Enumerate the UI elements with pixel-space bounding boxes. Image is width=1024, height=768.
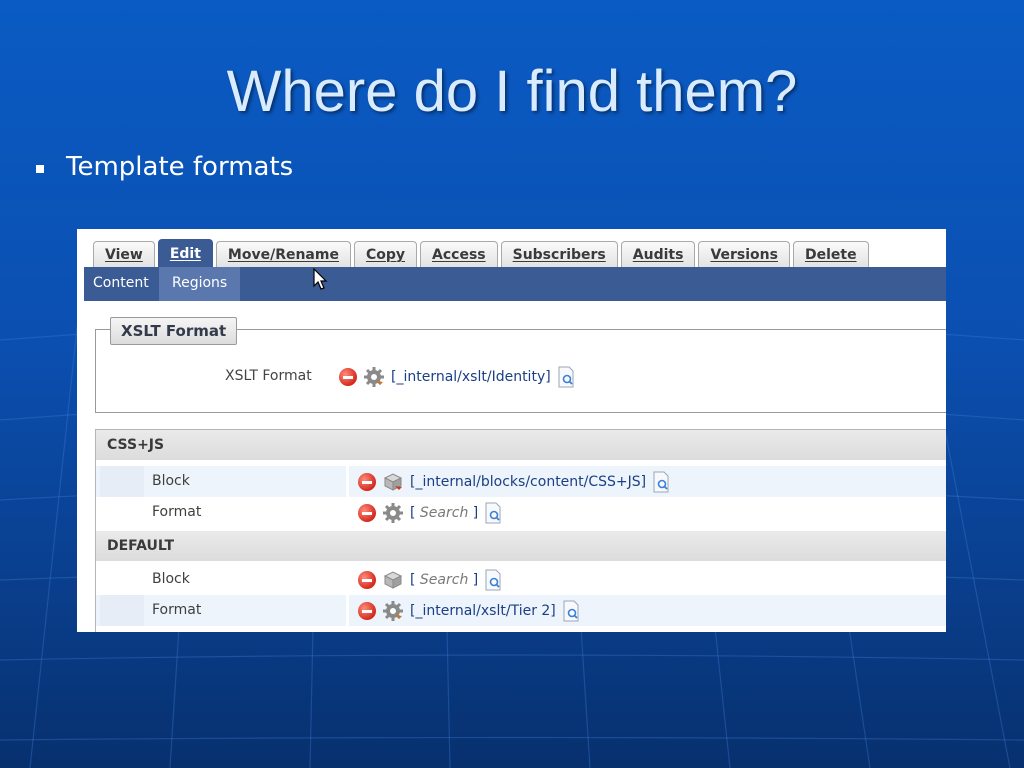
preview-icon[interactable]	[484, 502, 502, 524]
tab-subscribers[interactable]: Subscribers	[500, 241, 618, 267]
search-link[interactable]: [ Search ]	[410, 505, 478, 521]
format-link[interactable]: [_internal/xslt/Tier 2]	[410, 603, 556, 619]
block-link[interactable]: [_internal/blocks/content/CSS+JS]	[410, 474, 646, 490]
preview-icon[interactable]	[652, 471, 670, 493]
region-header-css-js: CSS+JS	[96, 430, 946, 460]
cms-screenshot: View Edit Move/Rename Copy Access Subscr…	[77, 229, 946, 632]
xslt-format-value: [_internal/xslt/Identity]	[339, 366, 575, 388]
row-spacer	[100, 497, 144, 528]
remove-icon[interactable]	[358, 503, 376, 522]
row-label: Block	[144, 564, 349, 595]
search-link[interactable]: [ Search ]	[410, 572, 478, 588]
row-value: [ Search ]	[358, 564, 502, 595]
xslt-legend: XSLT Format	[110, 317, 238, 345]
row-spacer	[100, 564, 144, 595]
preview-icon[interactable]	[484, 569, 502, 591]
subtab-regions[interactable]: Regions	[159, 267, 241, 301]
tab-copy[interactable]: Copy	[353, 241, 418, 267]
tab-move-rename[interactable]: Move/Rename	[215, 241, 351, 267]
tab-access[interactable]: Access	[420, 241, 498, 267]
bullet-item: Template formats	[36, 152, 293, 182]
table-row: Format [ Search ]	[96, 497, 946, 528]
gear-icon[interactable]	[363, 366, 385, 388]
bullet-marker	[36, 165, 44, 173]
row-label: Block	[144, 466, 349, 497]
subnav-bar: Content Regions	[84, 267, 946, 301]
tab-delete[interactable]: Delete	[792, 241, 869, 267]
tab-edit[interactable]: Edit	[157, 239, 213, 267]
remove-icon[interactable]	[358, 570, 376, 589]
row-label: Format	[144, 595, 349, 626]
block-icon[interactable]	[382, 471, 404, 493]
row-label: Format	[144, 497, 349, 528]
mouse-cursor-icon	[313, 268, 328, 290]
remove-icon[interactable]	[358, 601, 376, 620]
row-spacer	[100, 595, 144, 626]
gear-icon[interactable]	[382, 502, 404, 524]
remove-icon[interactable]	[358, 472, 376, 491]
preview-icon[interactable]	[562, 600, 580, 622]
subtab-content[interactable]: Content	[84, 267, 158, 301]
table-row: Block [_internal/blocks/content/CSS+JS]	[96, 466, 946, 497]
row-value: [_internal/blocks/content/CSS+JS]	[358, 466, 670, 497]
xslt-format-link[interactable]: [_internal/xslt/Identity]	[391, 369, 551, 385]
region-header-default: DEFAULT	[96, 531, 946, 561]
tab-bar: View Edit Move/Rename Copy Access Subscr…	[93, 239, 869, 267]
row-value: [ Search ]	[358, 497, 502, 528]
table-row: Block [ Search ]	[96, 564, 946, 595]
row-value: [_internal/xslt/Tier 2]	[358, 595, 580, 626]
table-row: Format [_internal/xslt/Tier 2]	[96, 595, 946, 626]
tab-versions[interactable]: Versions	[698, 241, 790, 267]
regions-table: CSS+JS Block [_internal/blocks/content/C…	[95, 429, 946, 632]
xslt-format-label: XSLT Format	[225, 368, 312, 384]
row-spacer	[100, 466, 144, 497]
tab-audits[interactable]: Audits	[620, 241, 696, 267]
gear-icon[interactable]	[382, 600, 404, 622]
preview-icon[interactable]	[557, 366, 575, 388]
remove-icon[interactable]	[339, 368, 357, 386]
tab-view[interactable]: View	[93, 241, 155, 267]
bullet-text: Template formats	[66, 152, 294, 182]
slide-title: Where do I find them?	[226, 59, 798, 124]
block-icon[interactable]	[382, 569, 404, 591]
